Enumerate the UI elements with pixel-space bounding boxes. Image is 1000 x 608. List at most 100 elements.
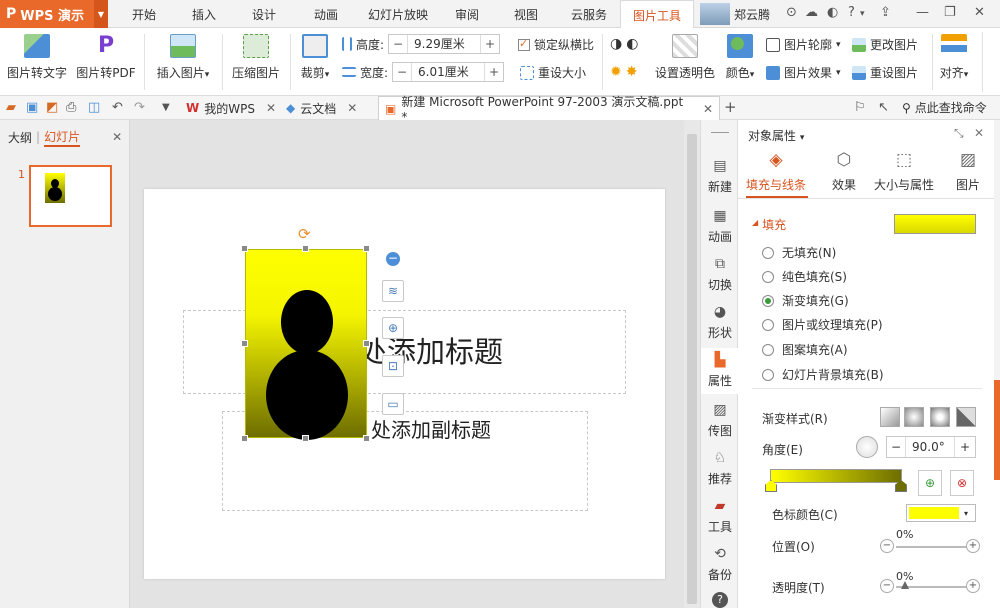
- crop-picture-button[interactable]: ⊡: [382, 355, 404, 377]
- height-increase-button[interactable]: +: [481, 37, 499, 51]
- gradient-style-path-button[interactable]: [956, 407, 976, 427]
- export-pdf-icon[interactable]: ◩: [46, 100, 58, 115]
- reset-size-button[interactable]: 重设大小: [520, 64, 586, 81]
- reset-picture-button[interactable]: 重设图片: [852, 64, 918, 81]
- height-decrease-button[interactable]: −: [389, 37, 407, 51]
- ribbon-scroll[interactable]: [982, 32, 996, 92]
- picture-effect-button[interactable]: 图片效果 ▾: [766, 64, 841, 81]
- tab-review[interactable]: 审阅: [444, 0, 490, 28]
- tab-cloud[interactable]: 云服务: [560, 0, 618, 28]
- stop-color-picker[interactable]: ▾: [906, 504, 976, 522]
- restore-icon[interactable]: ❐: [944, 5, 956, 20]
- slide[interactable]: 处添加标题 处添加副标题 ⟳ − ≋ ⊕ ⊡ ▭: [144, 189, 665, 579]
- resize-handle[interactable]: [302, 245, 309, 252]
- scrollbar-thumb[interactable]: [687, 134, 697, 604]
- close-icon[interactable]: ✕: [974, 126, 984, 140]
- tab-effects[interactable]: ⬡ 效果: [824, 150, 864, 193]
- fill-option-pattern[interactable]: 图案填充(A): [762, 341, 848, 358]
- set-transparent-color-button[interactable]: 设置透明色: [654, 34, 716, 81]
- brightness-buttons[interactable]: ◑ ◐: [610, 36, 638, 52]
- tab-picture-tools[interactable]: 图片工具: [620, 0, 694, 29]
- chevron-down-icon[interactable]: ▾: [860, 9, 865, 19]
- strip-animation[interactable]: ▦ 动画: [701, 208, 739, 245]
- tab-picture[interactable]: ▨ 图片: [950, 150, 986, 193]
- customize-dropdown-icon[interactable]: ▼: [162, 102, 170, 113]
- brightness-decrease-icon[interactable]: ✸: [626, 64, 638, 80]
- resize-handle[interactable]: [241, 435, 248, 442]
- fill-option-slide-background[interactable]: 幻灯片背景填充(B): [762, 366, 884, 383]
- new-tab-plus-icon[interactable]: +: [724, 98, 737, 116]
- fill-preview-swatch[interactable]: [894, 214, 976, 234]
- close-icon[interactable]: ✕: [347, 101, 357, 115]
- vertical-scrollbar[interactable]: [684, 120, 700, 608]
- rotate-handle-icon[interactable]: ⟳: [298, 225, 311, 243]
- zoom-in-button[interactable]: ⊕: [382, 317, 404, 339]
- upload-icon[interactable]: ⇪: [880, 5, 891, 20]
- height-stepper[interactable]: − 9.29厘米 +: [388, 34, 501, 54]
- color-button[interactable]: 颜色▾: [722, 34, 758, 81]
- strip-new[interactable]: ▤ 新建: [701, 158, 739, 195]
- tab-animation[interactable]: 动画: [300, 0, 352, 28]
- cloud-icon[interactable]: ☁: [805, 5, 818, 20]
- play-icon[interactable]: ◐: [827, 5, 838, 20]
- strip-recommend[interactable]: ♘ 推荐: [701, 450, 739, 487]
- align-button[interactable]: 对齐▾: [936, 34, 972, 81]
- tab-outline[interactable]: 大纲: [8, 129, 32, 146]
- resize-handle[interactable]: [241, 340, 248, 347]
- height-input[interactable]: 9.29厘米: [407, 35, 482, 53]
- command-search[interactable]: ⚲ 点此查找命令: [902, 99, 987, 116]
- strip-shape[interactable]: ◕ 形状: [701, 304, 739, 341]
- resize-handle[interactable]: [363, 340, 370, 347]
- close-icon[interactable]: ✕: [703, 102, 713, 116]
- fill-option-gradient[interactable]: 渐变填充(G): [762, 292, 849, 309]
- tab-slides[interactable]: 幻灯片: [44, 128, 81, 147]
- layers-button[interactable]: ≋: [382, 280, 404, 302]
- resize-handle[interactable]: [302, 435, 309, 442]
- transparency-slider-thumb[interactable]: [901, 581, 909, 589]
- width-decrease-button[interactable]: −: [393, 65, 411, 79]
- remove-gradient-stop-button[interactable]: ⊗: [950, 470, 974, 496]
- pin-icon[interactable]: ⚐: [854, 100, 866, 115]
- resize-handle[interactable]: [241, 245, 248, 252]
- save-icon[interactable]: ▣: [26, 100, 38, 115]
- resize-handle[interactable]: [363, 245, 370, 252]
- resize-handle[interactable]: [363, 435, 370, 442]
- angle-stepper[interactable]: − 90.0° +: [886, 436, 976, 458]
- close-icon[interactable]: ✕: [112, 130, 122, 144]
- gradient-bar[interactable]: [770, 469, 902, 483]
- strip-help[interactable]: ?: [701, 592, 739, 608]
- strip-transition[interactable]: ⧉ 切换: [701, 256, 739, 293]
- transparency-decrease-button[interactable]: −: [880, 579, 894, 593]
- close-icon[interactable]: ✕: [974, 5, 985, 20]
- print-icon[interactable]: ⎙: [66, 100, 76, 115]
- gradient-style-radial-button[interactable]: [904, 407, 924, 427]
- width-stepper[interactable]: − 6.01厘米 +: [392, 62, 505, 82]
- redo-icon[interactable]: ↷: [134, 100, 145, 115]
- insert-picture-button[interactable]: 插入图片▾: [152, 34, 214, 81]
- contrast-increase-icon[interactable]: ◑: [610, 36, 622, 52]
- tab-view[interactable]: 视图: [503, 0, 549, 28]
- picture-outline-button[interactable]: 图片轮廓 ▾: [766, 36, 841, 53]
- close-icon[interactable]: ✕: [266, 101, 276, 115]
- shield-icon[interactable]: ⊙: [786, 5, 797, 20]
- tab-fill-and-line[interactable]: ◈ 填充与线条: [746, 150, 806, 193]
- lock-aspect-ratio-checkbox[interactable]: 锁定纵横比: [518, 36, 594, 53]
- gradient-style-linear-button[interactable]: [880, 407, 900, 427]
- crop-button[interactable]: 裁剪▾: [296, 34, 334, 81]
- panel-title[interactable]: 对象属性 ▾: [748, 127, 804, 144]
- picture-to-pdf-button[interactable]: P 图片转PDF: [74, 34, 138, 81]
- angle-dial[interactable]: [856, 436, 878, 458]
- undo-icon[interactable]: ↶: [112, 100, 123, 115]
- wps-app-menu-button[interactable]: P WPS 演示 ▼: [0, 0, 108, 28]
- fill-option-picture-texture[interactable]: 图片或纹理填充(P): [762, 316, 883, 333]
- brightness-adjust-buttons[interactable]: ✹ ✸: [610, 64, 637, 80]
- user-area[interactable]: 郑云腾: [700, 2, 770, 26]
- position-decrease-button[interactable]: −: [880, 539, 894, 553]
- doc-tab-presentation[interactable]: ▣ 新建 Microsoft PowerPoint 97-2003 演示文稿.p…: [378, 95, 720, 124]
- picture-to-text-button[interactable]: 图片转文字: [6, 34, 68, 81]
- collapse-icon[interactable]: −: [386, 252, 400, 266]
- cursor-icon[interactable]: ↖: [878, 100, 889, 115]
- panel-expand-tab[interactable]: [994, 380, 1000, 480]
- width-increase-button[interactable]: +: [485, 65, 503, 79]
- fill-option-none[interactable]: 无填充(N): [762, 244, 836, 261]
